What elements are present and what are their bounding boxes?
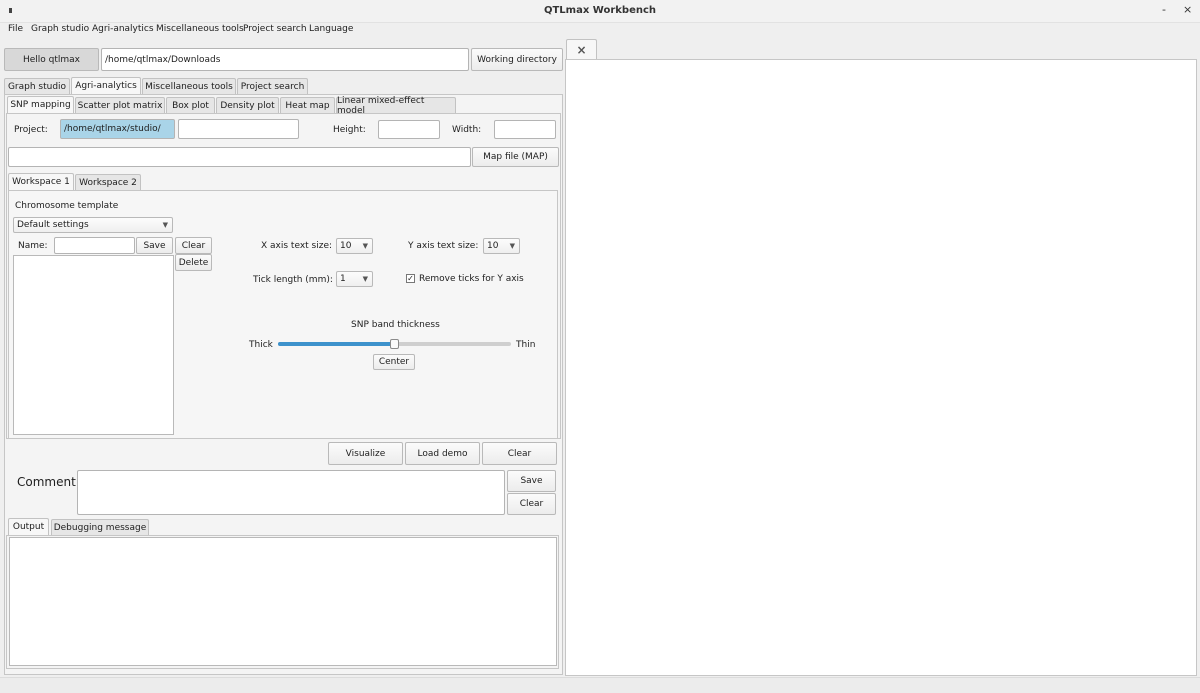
map-file-button[interactable]: Map file (MAP) <box>472 147 559 167</box>
thin-label: Thin <box>516 340 536 350</box>
map-file-field[interactable] <box>8 147 471 167</box>
remove-ticks-checkbox[interactable]: ✓ <box>406 274 415 283</box>
close-window-button[interactable]: × <box>1183 3 1192 16</box>
tab-agri-analytics[interactable]: Agri-analytics <box>71 77 141 94</box>
width-field[interactable] <box>494 120 556 139</box>
center-button[interactable]: Center <box>373 354 415 370</box>
height-label: Height: <box>333 125 366 135</box>
menu-graph-studio[interactable]: Graph studio <box>31 24 89 34</box>
slider-fill <box>278 342 395 346</box>
window-title: QTLmax Workbench <box>543 5 657 16</box>
menu-file[interactable]: File <box>8 24 23 34</box>
tab-scatter-plot-matrix[interactable]: Scatter plot matrix <box>75 97 165 113</box>
tab-graph-studio[interactable]: Graph studio <box>4 78 70 94</box>
comment-label: Comment: <box>17 475 80 489</box>
template-list[interactable] <box>13 255 174 435</box>
tick-length-select[interactable]: 1 ▼ <box>336 271 373 287</box>
menu-miscellaneous-tools[interactable]: Miscellaneous tools <box>156 24 244 34</box>
graph-viewer-panel <box>565 59 1197 676</box>
tab-snp-mapping[interactable]: SNP mapping <box>7 96 74 113</box>
thick-label: Thick <box>249 340 273 350</box>
chevron-down-icon: ▼ <box>362 242 368 250</box>
tab-workspace-1[interactable]: Workspace 1 <box>8 173 74 190</box>
template-select[interactable]: Default settings ▼ <box>13 217 173 233</box>
menu-language[interactable]: Language <box>309 24 353 34</box>
y-axis-text-size-select[interactable]: 10 ▼ <box>483 238 520 254</box>
visualize-button[interactable]: Visualize <box>328 442 403 465</box>
menu-project-search[interactable]: Project search <box>243 24 307 34</box>
y-axis-text-size-label: Y axis text size: <box>408 241 479 251</box>
comment-save-button[interactable]: Save <box>507 470 556 492</box>
tab-output[interactable]: Output <box>8 518 49 535</box>
template-save-button[interactable]: Save <box>136 237 173 254</box>
snp-band-thickness-heading: SNP band thickness <box>351 320 440 330</box>
tab-project-search[interactable]: Project search <box>237 78 308 94</box>
x-axis-text-size-select[interactable]: 10 ▼ <box>336 238 373 254</box>
y-axis-text-size-value: 10 <box>487 241 499 251</box>
height-field[interactable] <box>378 120 440 139</box>
template-delete-button[interactable]: Delete <box>175 254 212 271</box>
tab-box-plot[interactable]: Box plot <box>166 97 215 113</box>
template-name-label: Name: <box>18 241 48 251</box>
comment-field[interactable] <box>77 470 505 515</box>
hello-button[interactable]: Hello qtlmax <box>4 48 99 71</box>
tab-density-plot[interactable]: Density plot <box>216 97 279 113</box>
checkmark-icon: ✓ <box>407 274 414 283</box>
tick-length-label: Tick length (mm): <box>253 275 333 285</box>
x-axis-text-size-label: X axis text size: <box>261 241 333 251</box>
snp-band-slider[interactable] <box>278 339 511 349</box>
template-clear-button[interactable]: Clear <box>175 237 212 254</box>
chromosome-template-heading: Chromosome template <box>15 201 119 211</box>
title-bar: QTLmax Workbench - × <box>0 0 1200 23</box>
slider-handle[interactable] <box>389 339 399 349</box>
load-demo-button[interactable]: Load demo <box>405 442 480 465</box>
output-text-area[interactable] <box>9 537 557 666</box>
chevron-down-icon: ▼ <box>362 275 368 283</box>
tab-miscellaneous-tools[interactable]: Miscellaneous tools <box>142 78 236 94</box>
close-icon[interactable]: × <box>576 43 586 57</box>
x-axis-text-size-value: 10 <box>340 241 352 251</box>
chevron-down-icon: ▼ <box>162 221 168 229</box>
tab-heat-map[interactable]: Heat map <box>280 97 335 113</box>
chevron-down-icon: ▼ <box>509 242 515 250</box>
menu-agri-analytics[interactable]: Agri-analytics <box>92 24 154 34</box>
comment-clear-button[interactable]: Clear <box>507 493 556 515</box>
width-label: Width: <box>452 125 482 135</box>
template-name-field[interactable] <box>54 237 135 254</box>
project-name-field[interactable] <box>178 119 299 139</box>
status-bar <box>0 677 1200 693</box>
working-directory-button[interactable]: Working directory <box>471 48 563 71</box>
tab-workspace-2[interactable]: Workspace 2 <box>75 174 141 190</box>
tab-linear-mixed-effect-model[interactable]: Linear mixed-effect model <box>336 96 456 116</box>
project-path-field[interactable]: /home/qtlmax/studio/ <box>60 119 175 139</box>
right-panel-tab[interactable]: × <box>566 39 597 60</box>
remove-ticks-label: Remove ticks for Y axis <box>419 274 524 284</box>
clear-button[interactable]: Clear <box>482 442 557 465</box>
template-select-value: Default settings <box>17 220 89 230</box>
project-label: Project: <box>14 125 48 135</box>
tab-debugging-message[interactable]: Debugging message <box>51 519 149 535</box>
minimize-button[interactable]: - <box>1162 3 1166 16</box>
downloads-path-field[interactable]: /home/qtlmax/Downloads <box>101 48 469 71</box>
tick-length-value: 1 <box>340 274 346 284</box>
menu-bar: File Graph studio Agri-analytics Miscell… <box>0 23 1200 38</box>
